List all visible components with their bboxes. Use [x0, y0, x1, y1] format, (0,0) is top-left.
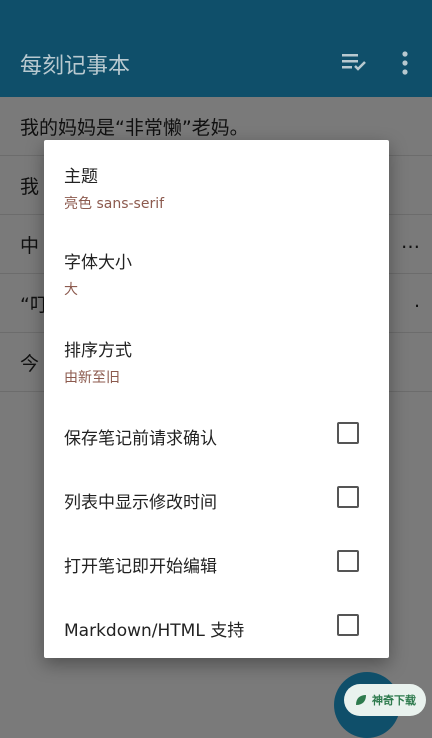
pref-font-size[interactable]: 字体大小 大: [64, 248, 369, 299]
show-modified-time-checkbox[interactable]: [337, 486, 359, 508]
watermark-logo: 神奇下载: [344, 684, 426, 716]
app-bar: 每刻记事本: [0, 0, 432, 97]
pref-summary: 由新至旧: [64, 370, 120, 386]
markdown-support-checkbox[interactable]: [337, 614, 359, 636]
pref-title: 主题: [64, 167, 98, 187]
pref-summary: 亮色 sans-serif: [64, 196, 165, 212]
pref-title: 字体大小: [64, 253, 132, 273]
option-show-modified-time[interactable]: 列表中显示修改时间: [64, 484, 369, 514]
option-label: 保存笔记前请求确认: [64, 429, 217, 449]
option-confirm-save[interactable]: 保存笔记前请求确认: [64, 420, 369, 450]
note-ellipsis: .: [413, 290, 420, 312]
note-ellipsis: …: [401, 231, 420, 253]
option-markdown-support[interactable]: Markdown/HTML 支持: [64, 612, 369, 642]
option-label: 打开笔记即开始编辑: [64, 557, 217, 577]
pref-summary: 大: [64, 282, 78, 298]
more-vert-icon[interactable]: [398, 50, 412, 76]
confirm-save-checkbox[interactable]: [337, 422, 359, 444]
option-label: 列表中显示修改时间: [64, 493, 217, 513]
checklist-sort-icon[interactable]: [340, 50, 368, 74]
edit-on-open-checkbox[interactable]: [337, 550, 359, 572]
app-title: 每刻记事本: [20, 54, 131, 79]
pref-sort-order[interactable]: 排序方式 由新至旧: [64, 336, 369, 387]
option-label: Markdown/HTML 支持: [64, 621, 245, 641]
watermark-text: 神奇下载: [372, 694, 416, 707]
note-text: 我的妈妈是“非常懒”老妈。: [20, 117, 249, 139]
leaf-icon: [356, 695, 366, 705]
pref-title: 排序方式: [64, 341, 132, 361]
pref-theme[interactable]: 主题 亮色 sans-serif: [64, 162, 369, 213]
option-edit-on-open[interactable]: 打开笔记即开始编辑: [64, 548, 369, 578]
settings-dialog: 主题 亮色 sans-serif 字体大小 大 排序方式 由新至旧 保存笔记前请…: [44, 140, 389, 658]
